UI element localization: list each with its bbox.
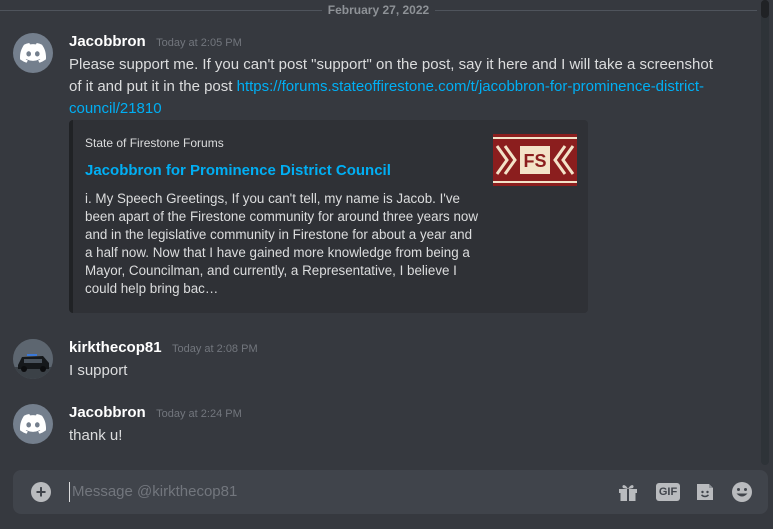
embed-description: i. My Speech Greetings, If you can't tel… xyxy=(85,191,479,296)
avatar[interactable] xyxy=(13,33,53,73)
username[interactable]: Jacobbron xyxy=(69,33,146,50)
chat-window: February 27, 2022 Jacobbron Today at 2:0… xyxy=(0,0,773,529)
username[interactable]: kirkthecop81 xyxy=(69,339,162,356)
message-header: Jacobbron Today at 2:05 PM xyxy=(69,33,242,51)
date-divider-label: February 27, 2022 xyxy=(327,3,430,17)
message-header: Jacobbron Today at 2:24 PM xyxy=(69,404,242,422)
gif-button[interactable]: GIF xyxy=(654,480,682,504)
link-embed: State of Firestone Forums Jacobbron for … xyxy=(69,120,588,313)
message-content: thank u! xyxy=(69,427,123,444)
message-input[interactable]: Message @kirkthecop81 xyxy=(69,482,592,502)
message-content: I support xyxy=(69,362,128,379)
plus-circle-icon[interactable]: + xyxy=(31,482,51,502)
timestamp: Today at 2:05 PM xyxy=(156,37,242,49)
username[interactable]: Jacobbron xyxy=(69,404,146,421)
timestamp: Today at 2:24 PM xyxy=(156,408,242,420)
message: kirkthecop81 Today at 2:08 PM I support xyxy=(0,339,757,384)
message: Jacobbron Today at 2:24 PM thank u! xyxy=(0,404,757,449)
discord-logo-icon xyxy=(20,43,46,63)
police-car-avatar-icon xyxy=(13,339,53,379)
scrollbar-thumb[interactable] xyxy=(761,0,769,18)
message-composer: + Message @kirkthecop81 GIF xyxy=(13,470,768,514)
scrollbar[interactable] xyxy=(757,0,773,465)
message-header: kirkthecop81 Today at 2:08 PM xyxy=(69,339,258,357)
scrollbar-track[interactable] xyxy=(761,0,769,465)
embed-title[interactable]: Jacobbron for Prominence District Counci… xyxy=(85,162,391,179)
emoji-icon xyxy=(732,482,752,502)
avatar[interactable] xyxy=(13,339,53,379)
thumbnail-logo-text: FS xyxy=(523,151,546,171)
avatar[interactable] xyxy=(13,404,53,444)
divider-line xyxy=(0,9,322,11)
message-content: Please support me. If you can't post "su… xyxy=(69,54,719,120)
gif-icon: GIF xyxy=(655,483,681,501)
divider-line xyxy=(435,9,757,11)
emoji-button[interactable] xyxy=(730,480,754,504)
sticker-icon xyxy=(697,484,713,500)
sticker-button[interactable] xyxy=(693,480,717,504)
date-divider: February 27, 2022 xyxy=(0,0,757,20)
message: Jacobbron Today at 2:05 PM Please suppor… xyxy=(0,33,757,318)
gift-button[interactable] xyxy=(616,480,640,504)
discord-logo-icon xyxy=(20,414,46,434)
firestone-logo-icon: FS xyxy=(493,134,577,186)
timestamp: Today at 2:08 PM xyxy=(172,343,258,355)
gift-icon xyxy=(619,485,637,501)
embed-provider[interactable]: State of Firestone Forums xyxy=(85,136,224,150)
embed-thumbnail[interactable]: FS xyxy=(493,134,577,186)
